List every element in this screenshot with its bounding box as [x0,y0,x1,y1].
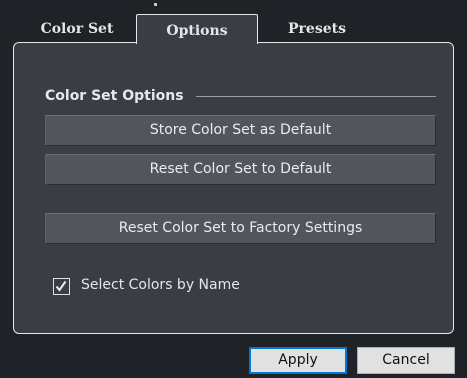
reset-color-set-factory-button[interactable]: Reset Color Set to Factory Settings [45,213,436,244]
options-panel: Color Set Options Store Color Set as Def… [13,42,454,334]
tab-presets[interactable]: Presets [269,16,365,42]
tab-bar-marker [154,3,157,6]
apply-button[interactable]: Apply [249,347,347,374]
tab-options[interactable]: Options [136,14,258,44]
store-color-set-default-button[interactable]: Store Color Set as Default [45,115,436,146]
tab-color-set[interactable]: Color Set [29,16,125,42]
select-colors-by-name-label: Select Colors by Name [81,277,240,293]
section-title: Color Set Options [45,88,184,104]
color-set-dialog: Color Set Options Presets Color Set Opti… [0,0,467,378]
reset-color-set-default-button[interactable]: Reset Color Set to Default [45,154,436,185]
cancel-button[interactable]: Cancel [357,347,455,374]
check-icon [55,280,67,292]
select-colors-by-name-checkbox[interactable] [53,278,70,295]
section-divider [196,96,436,97]
